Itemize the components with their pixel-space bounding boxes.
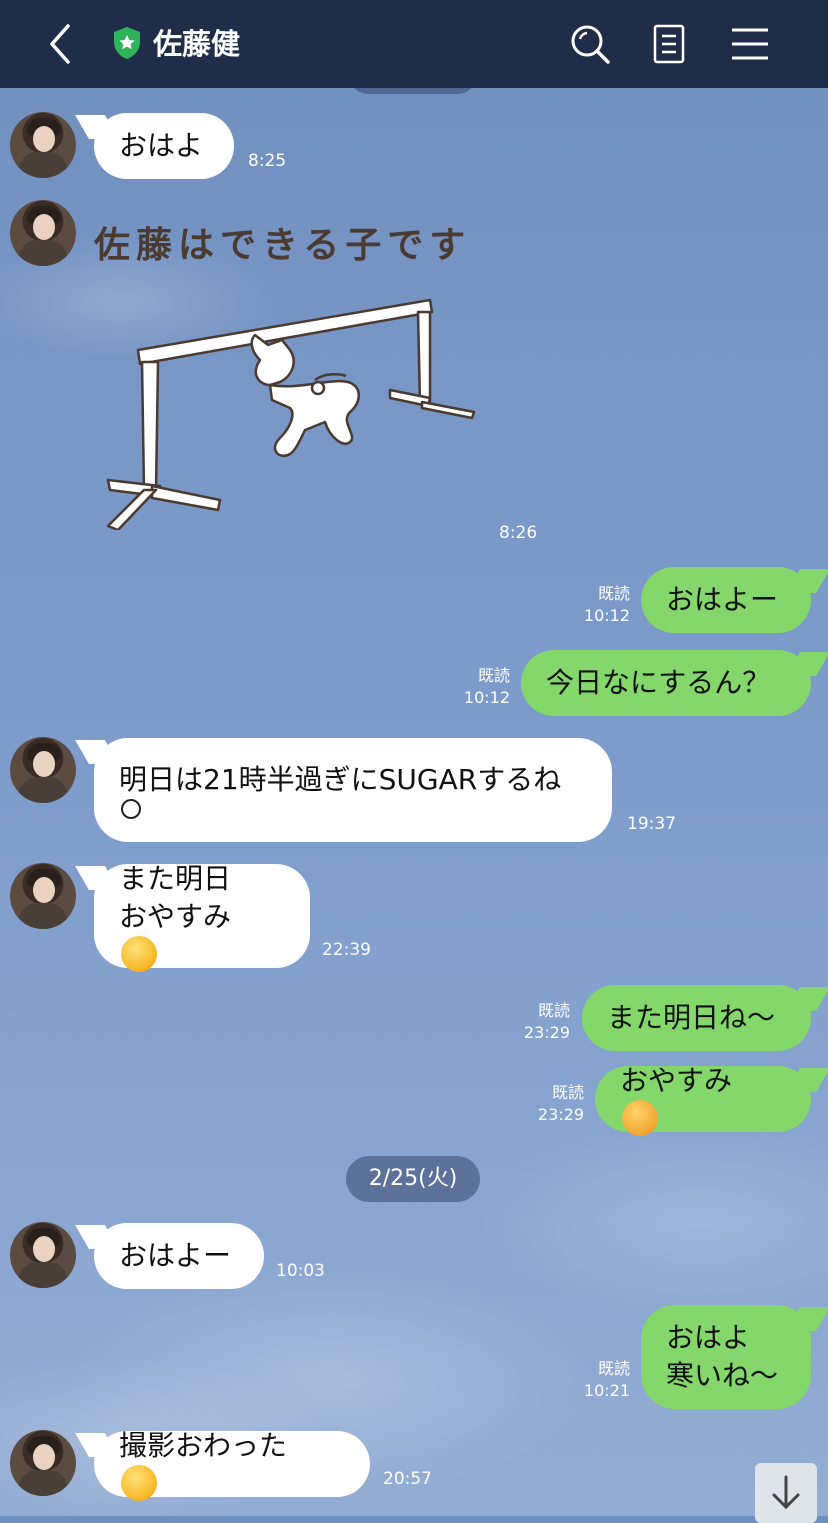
message-time: 8:26 [499, 523, 538, 543]
outgoing-bubble[interactable]: おはよー [641, 567, 811, 633]
avatar[interactable] [10, 863, 76, 929]
read-receipt: 既読 23:29 [523, 1001, 570, 1042]
chat-title: 佐藤健 [153, 27, 241, 61]
message-time: 10:03 [276, 1261, 325, 1281]
message-time: 20:57 [383, 1469, 432, 1489]
search-icon[interactable] [568, 22, 612, 66]
incoming-bubble[interactable]: おはよ [94, 113, 234, 179]
relieved-face-icon [121, 936, 157, 972]
avatar[interactable] [10, 1222, 76, 1288]
date-divider: 2/25(火) [346, 1156, 480, 1202]
back-chevron-icon[interactable] [40, 22, 84, 66]
avatar[interactable] [10, 112, 76, 178]
message-time: 8:25 [248, 151, 287, 171]
incoming-bubble[interactable]: また明日 おやすみ [94, 862, 310, 972]
outgoing-bubble[interactable]: おやすみ [595, 1064, 811, 1136]
incoming-bubble[interactable]: 明日は21時半過ぎにSUGARするね [94, 738, 612, 842]
message-time: 19:37 [627, 814, 676, 834]
message-time: 22:39 [322, 940, 371, 960]
read-receipt: 既読 10:12 [463, 666, 510, 707]
eye-roll-face-icon [121, 1465, 157, 1501]
notes-icon[interactable] [647, 22, 691, 66]
outgoing-bubble[interactable]: また明日ね〜 [582, 985, 811, 1051]
smiling-face-icon [121, 799, 141, 819]
incoming-bubble[interactable]: 撮影おわった [94, 1429, 370, 1501]
incoming-bubble[interactable]: おはよー [94, 1223, 264, 1289]
scroll-down-button[interactable] [755, 1463, 817, 1523]
chat-header: 佐藤健 [0, 0, 828, 88]
smiling-face-with-hearts-icon [622, 1100, 658, 1136]
outgoing-bubble[interactable]: 今日なにするん？ [521, 650, 811, 716]
cat-sticker[interactable] [100, 290, 490, 530]
avatar[interactable] [10, 737, 76, 803]
sticker-caption: 佐藤はできる子です [94, 225, 472, 266]
read-receipt: 既読 10:21 [583, 1359, 630, 1400]
avatar[interactable] [10, 1430, 76, 1496]
shield-star-icon [112, 26, 142, 60]
outgoing-bubble[interactable]: おはよ 寒いね〜 [641, 1305, 811, 1409]
read-receipt: 既読 23:29 [537, 1083, 584, 1124]
menu-icon[interactable] [728, 22, 772, 66]
avatar[interactable] [10, 200, 76, 266]
read-receipt: 既読 10:12 [583, 584, 630, 625]
scroll-down-icon [772, 1475, 800, 1510]
